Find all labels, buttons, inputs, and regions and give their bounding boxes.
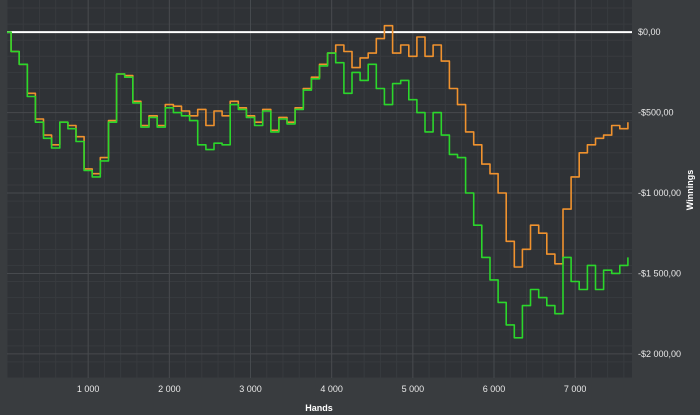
y-tick-labels: $0,00 -$500,00 -$1 000,00 -$1 500,00 -$2 000… xyxy=(638,27,681,359)
x-tick-label: 5 000 xyxy=(402,384,425,394)
x-tick-label: 6 000 xyxy=(483,384,506,394)
x-tick-label: 7 000 xyxy=(564,384,587,394)
x-tick-label: 4 000 xyxy=(320,384,343,394)
y-axis-title: Winnings xyxy=(685,170,695,210)
y-tick-label: $0,00 xyxy=(638,27,661,37)
winnings-chart: 1 000 2 000 3 000 4 000 5 000 6 000 7 000 $0,0… xyxy=(0,0,700,415)
y-tick-label: -$2 000,00 xyxy=(638,349,681,359)
y-tick-label: -$500,00 xyxy=(638,108,674,118)
x-tick-label: 1 000 xyxy=(77,384,100,394)
x-tick-labels: 1 000 2 000 3 000 4 000 5 000 6 000 7 000 xyxy=(77,384,587,394)
y-tick-label: -$1 000,00 xyxy=(638,188,681,198)
y-tick-label: -$1 500,00 xyxy=(638,268,681,278)
x-axis-title: Hands xyxy=(305,403,333,413)
x-tick-label: 2 000 xyxy=(158,384,181,394)
chart-canvas: 1 000 2 000 3 000 4 000 5 000 6 000 7 000 $0,0… xyxy=(6,0,695,413)
x-tick-label: 3 000 xyxy=(239,384,262,394)
